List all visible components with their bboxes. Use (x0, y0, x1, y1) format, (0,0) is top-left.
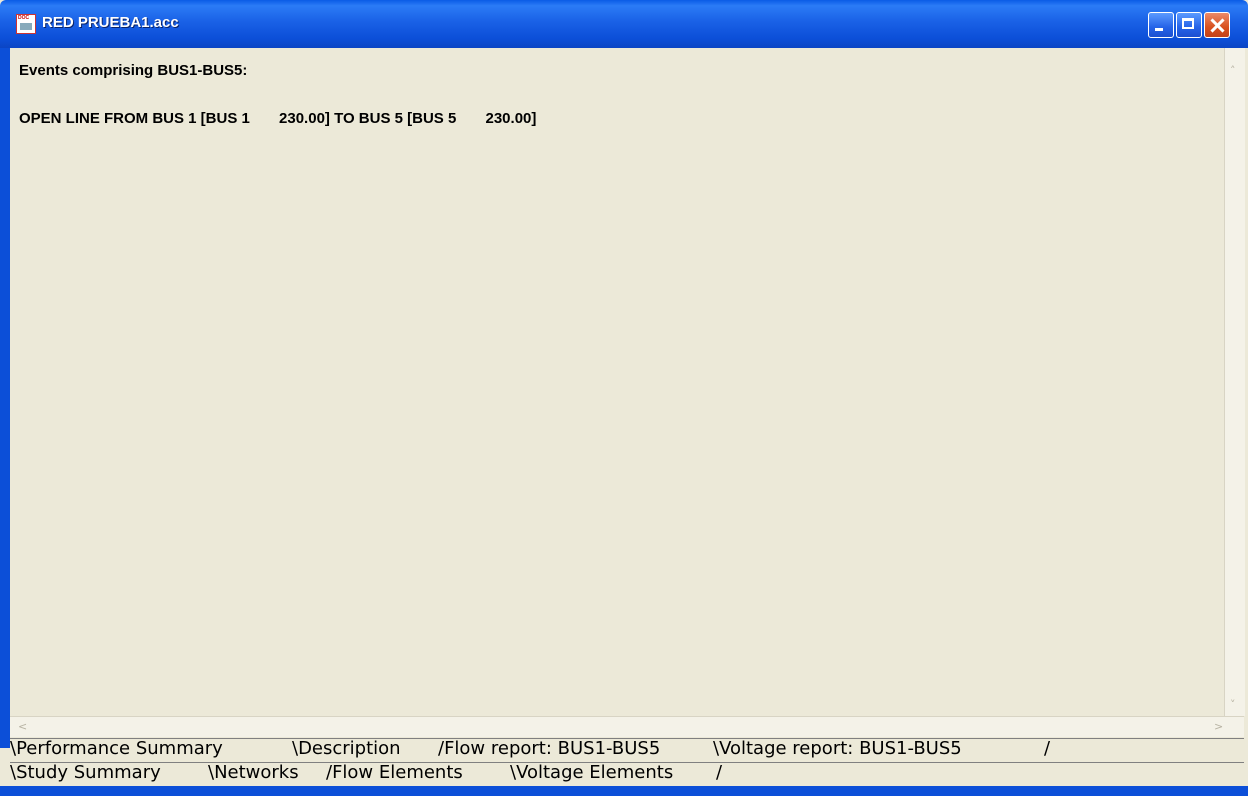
close-button[interactable] (1204, 12, 1230, 38)
event-line: OPEN LINE FROM BUS 1 [BUS 1 230.00] TO B… (19, 110, 537, 127)
report-window: RED PRUEBA1.acc Events comprising BUS1-B… (0, 0, 1248, 796)
tab-strip-reports: \Performance Summary \Description /Flow … (10, 738, 1244, 761)
scroll-up-icon[interactable]: ˄ (1230, 64, 1236, 77)
scroll-down-icon[interactable]: ˅ (1230, 698, 1236, 711)
tab-flow-report[interactable]: /Flow report: BUS1-BUS5 (438, 739, 660, 761)
window-bottom-border (0, 786, 1248, 796)
scroll-right-icon[interactable]: > (1214, 720, 1223, 733)
tab-networks[interactable]: \Networks (208, 763, 299, 785)
title-bar[interactable]: RED PRUEBA1.acc (0, 0, 1248, 48)
minimize-button[interactable] (1148, 12, 1174, 38)
horizontal-scrollbar[interactable]: < > (10, 716, 1244, 737)
tab-end-marker: / (716, 762, 723, 783)
tab-flow-elements[interactable]: /Flow Elements (326, 763, 463, 785)
report-content: Events comprising BUS1-BUS5: OPEN LINE F… (10, 48, 1224, 716)
maximize-button[interactable] (1176, 12, 1202, 38)
tab-study-summary[interactable]: \Study Summary (10, 763, 161, 785)
document-icon[interactable] (16, 14, 36, 34)
window-title: RED PRUEBA1.acc (42, 14, 179, 31)
vertical-scrollbar[interactable]: ˄ ˅ (1224, 48, 1245, 716)
tab-strip-elements: \Study Summary \Networks /Flow Elements … (10, 762, 1244, 785)
tab-voltage-elements[interactable]: \Voltage Elements (510, 763, 673, 785)
events-heading: Events comprising BUS1-BUS5: (19, 62, 248, 79)
tab-description[interactable]: \Description (292, 739, 401, 761)
window-left-border (0, 48, 10, 748)
scroll-left-icon[interactable]: < (18, 720, 27, 733)
tab-end-marker: / (1044, 738, 1051, 759)
tab-voltage-report[interactable]: \Voltage report: BUS1-BUS5 (713, 739, 962, 761)
tab-performance-summary[interactable]: \Performance Summary (10, 739, 223, 761)
